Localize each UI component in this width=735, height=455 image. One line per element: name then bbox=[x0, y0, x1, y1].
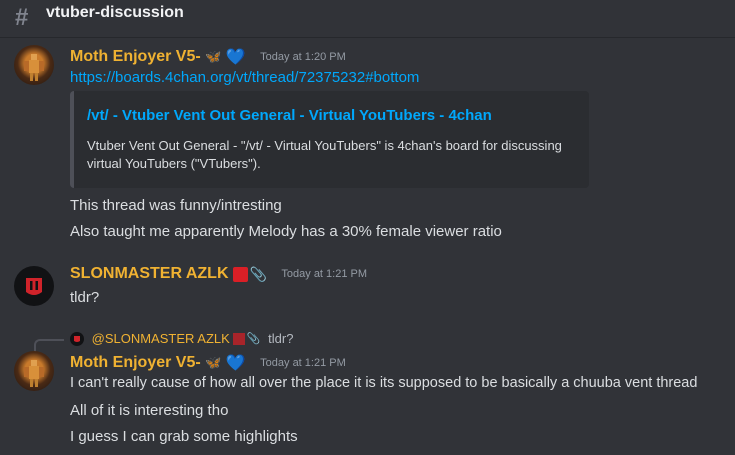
username[interactable]: SLONMASTER AZLK bbox=[70, 265, 229, 282]
red-square-icon bbox=[232, 332, 245, 345]
link-embed: /vt/ - Vtuber Vent Out General - Virtual… bbox=[70, 91, 589, 188]
message-text: I can't really cause of how all over the… bbox=[70, 375, 698, 391]
paperclip-icon: 📎 bbox=[246, 333, 261, 346]
blue-heart-icon: 💙 bbox=[225, 49, 246, 66]
channel-name[interactable]: vtuber-discussion bbox=[46, 4, 184, 22]
red-square-icon bbox=[232, 266, 248, 282]
message-text: tldr? bbox=[70, 289, 100, 306]
message-text: I guess I can grab some highlights bbox=[70, 428, 298, 445]
message-text: This thread was funny/intresting bbox=[70, 197, 282, 214]
paperclip-icon: 📎 bbox=[249, 265, 267, 282]
message-text: All of it is interesting tho bbox=[70, 402, 229, 419]
reply-reference[interactable]: @SLONMASTER AZLK 📎 tldr? bbox=[70, 330, 293, 346]
message-text: Also taught me apparently Melody has a 3… bbox=[70, 223, 502, 240]
thread-link[interactable]: https://boards.4chan.org/vt/thread/72375… bbox=[70, 69, 419, 86]
message-header: SLONMASTER AZLK 📎 Today at 1:21 PM bbox=[70, 265, 367, 285]
username[interactable]: Moth Enjoyer V5- bbox=[70, 354, 201, 371]
reply-text[interactable]: tldr? bbox=[268, 331, 293, 346]
blue-heart-icon: 💙 bbox=[225, 355, 246, 372]
moth-figure-icon bbox=[24, 54, 44, 81]
avatar[interactable] bbox=[14, 351, 54, 391]
hash-icon: # bbox=[15, 4, 29, 31]
butterfly-icon: 🦋 bbox=[205, 355, 222, 370]
reply-username[interactable]: @SLONMASTER AZLK bbox=[92, 331, 230, 346]
timestamp[interactable]: Today at 1:21 PM bbox=[281, 268, 367, 280]
channel-header: # vtuber-discussion bbox=[0, 0, 735, 38]
timestamp[interactable]: Today at 1:21 PM bbox=[260, 357, 346, 369]
reply-avatar bbox=[70, 331, 84, 346]
message-header: Moth Enjoyer V5- 🦋 💙 Today at 1:20 PM bbox=[70, 47, 346, 67]
embed-title[interactable]: /vt/ - Vtuber Vent Out General - Virtual… bbox=[87, 107, 492, 124]
butterfly-icon: 🦋 bbox=[205, 49, 222, 64]
embed-description: Vtuber Vent Out General - "/vt/ - Virtua… bbox=[87, 138, 562, 171]
timestamp[interactable]: Today at 1:20 PM bbox=[260, 51, 346, 63]
message-header: Moth Enjoyer V5- 🦋 💙 Today at 1:21 PM bbox=[70, 353, 346, 373]
slon-logo-icon bbox=[74, 335, 80, 342]
avatar[interactable] bbox=[14, 45, 54, 85]
avatar[interactable] bbox=[14, 266, 54, 306]
username[interactable]: Moth Enjoyer V5- bbox=[70, 48, 201, 65]
moth-figure-icon bbox=[24, 360, 44, 387]
slon-logo-icon bbox=[26, 278, 42, 295]
